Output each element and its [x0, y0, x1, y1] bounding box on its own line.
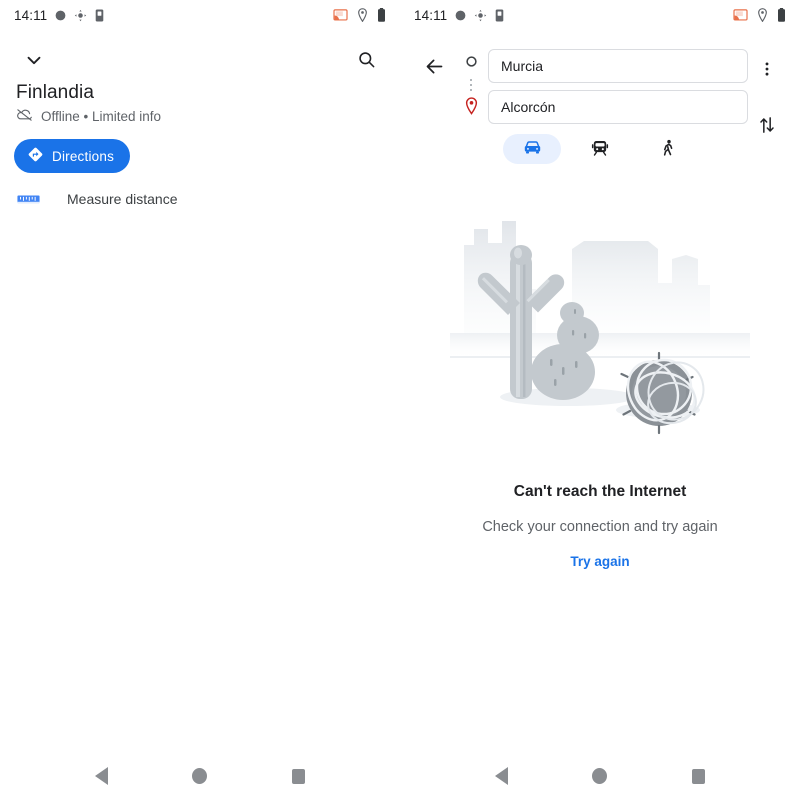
- circle-filled-icon: [54, 9, 67, 22]
- try-again-link[interactable]: Try again: [400, 554, 800, 569]
- gps-target-icon: [474, 9, 487, 22]
- try-again-label[interactable]: Try again: [570, 554, 629, 569]
- travel-mode-walking[interactable]: [639, 134, 697, 164]
- directions-button[interactable]: Directions: [14, 139, 131, 173]
- search-button[interactable]: [346, 41, 386, 81]
- system-nav-bar-right: [400, 752, 800, 800]
- map-pin-icon: [464, 97, 479, 120]
- status-bar-right-group: [333, 8, 386, 22]
- train-icon: [590, 138, 610, 161]
- waypoint-fields: [488, 42, 748, 124]
- cloud-off-icon: [16, 108, 33, 125]
- dual-screenshot-container: 14:11 Finlandia Offline • Limited info D…: [0, 0, 800, 800]
- status-bar-right: 14:11: [400, 0, 800, 30]
- status-bar-left-group-2: 14:11: [414, 8, 505, 23]
- collapse-sheet-button[interactable]: [14, 41, 54, 81]
- circle-outline-icon: [465, 55, 478, 73]
- status-bar-right-group-2: [733, 8, 786, 22]
- error-title: Can't reach the Internet: [513, 483, 687, 500]
- search-icon: [357, 50, 376, 72]
- mesa-right: [572, 241, 710, 335]
- home-circle-icon: [192, 768, 208, 784]
- travel-mode-driving[interactable]: [503, 134, 561, 164]
- battery-icon: [377, 8, 386, 22]
- arrow-left-icon: [424, 56, 445, 80]
- circle-filled-icon: [454, 9, 467, 22]
- nav-back-button[interactable]: [479, 754, 523, 798]
- directions-button-label: Directions: [52, 148, 115, 164]
- directions-input-header: [400, 42, 800, 146]
- measure-distance-row[interactable]: Measure distance: [14, 186, 386, 212]
- battery-icon: [777, 8, 786, 22]
- nav-recents-button[interactable]: [677, 754, 721, 798]
- car-icon: [522, 137, 543, 161]
- overflow-menu-icon: [758, 60, 776, 81]
- travel-mode-transit[interactable]: [571, 134, 629, 164]
- offline-label: Offline • Limited info: [41, 109, 162, 124]
- status-time: 14:11: [14, 7, 48, 23]
- travel-mode-selector: [400, 134, 800, 164]
- error-subtitle: Check your connection and try again: [482, 519, 718, 535]
- nav-home-button[interactable]: [178, 754, 222, 798]
- app-badge-icon: [94, 9, 105, 22]
- offline-status: Offline • Limited info: [16, 108, 161, 125]
- directions-header-actions: [748, 42, 786, 146]
- nav-back-button[interactable]: [79, 754, 123, 798]
- location-pin-icon: [357, 8, 368, 22]
- right-panel-directions: 14:11 Murcia Alcorcón Can't reach the In…: [400, 0, 800, 800]
- page-title: Finlandia: [16, 82, 95, 103]
- overflow-menu-button[interactable]: [747, 50, 787, 90]
- status-time-2: 14:11: [414, 7, 448, 23]
- destination-input[interactable]: [488, 90, 748, 124]
- tumbleweed: [620, 351, 705, 435]
- left-panel-place-details: 14:11 Finlandia Offline • Limited info D…: [0, 0, 400, 800]
- back-triangle-icon: [94, 767, 108, 785]
- system-nav-bar-left: [0, 752, 400, 800]
- left-panel-toolbar: [0, 40, 400, 82]
- nav-home-button[interactable]: [578, 754, 622, 798]
- ruler-icon: [14, 193, 42, 206]
- waypoint-markers: [454, 42, 488, 120]
- recents-square-icon: [292, 768, 306, 784]
- gps-target-icon: [74, 9, 87, 22]
- status-bar-left: 14:11: [0, 0, 400, 30]
- back-triangle-icon: [494, 767, 508, 785]
- measure-distance-label: Measure distance: [67, 191, 178, 207]
- home-circle-icon: [592, 768, 608, 784]
- offline-desert-illustration: [450, 215, 750, 455]
- cast-icon: [733, 8, 748, 22]
- back-button[interactable]: [414, 48, 454, 88]
- waypoint-dotted-connector: [470, 79, 472, 91]
- status-bar-left-group: 14:11: [14, 8, 105, 23]
- chevron-down-icon: [23, 49, 45, 74]
- nav-recents-button[interactable]: [277, 754, 321, 798]
- recents-square-icon: [692, 768, 706, 784]
- directions-diamond-icon: [27, 146, 44, 166]
- origin-input[interactable]: [488, 49, 748, 83]
- app-badge-icon: [494, 9, 505, 22]
- location-pin-icon: [757, 8, 768, 22]
- walk-icon: [658, 138, 678, 161]
- cast-icon: [333, 8, 348, 22]
